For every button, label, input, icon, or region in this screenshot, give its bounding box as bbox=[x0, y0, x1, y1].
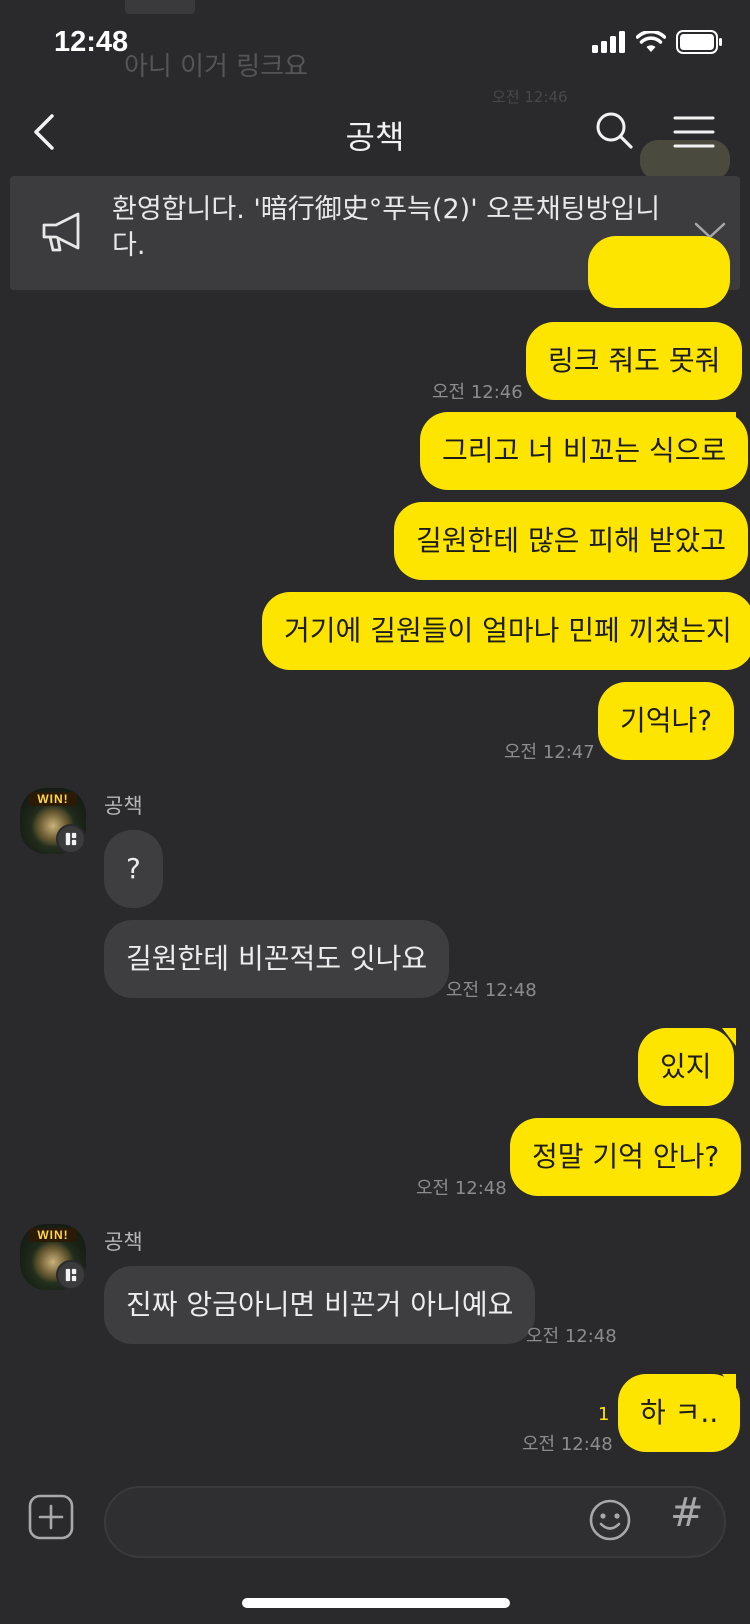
message-input[interactable] bbox=[104, 1486, 726, 1558]
message-time: 오전 12:48 bbox=[416, 1178, 507, 1199]
message-time: 오전 12:48 bbox=[446, 980, 537, 1001]
status-time: 12:48 bbox=[54, 26, 129, 58]
plus-icon[interactable] bbox=[28, 1494, 74, 1540]
message-bubble[interactable]: ? bbox=[104, 830, 163, 908]
chat-title: 공책 bbox=[345, 118, 405, 156]
profile-badge-icon bbox=[56, 1260, 86, 1290]
unread-count: 1 bbox=[598, 1404, 610, 1425]
profile-badge-icon bbox=[56, 824, 86, 854]
message-time: 오전 12:47 bbox=[504, 742, 595, 763]
menu-icon[interactable] bbox=[672, 112, 716, 152]
message-time: 오전 12:46 bbox=[432, 382, 523, 403]
emoji-icon[interactable] bbox=[588, 1498, 632, 1542]
message-bubble[interactable]: 정말 기억 안나? bbox=[510, 1118, 742, 1196]
message-bubble[interactable]: 기억나? bbox=[598, 682, 735, 760]
status-icons bbox=[592, 30, 724, 54]
status-bar: 12:48 bbox=[0, 0, 750, 90]
wifi-icon bbox=[636, 31, 666, 52]
message-bubble[interactable]: 길원한테 비꼰적도 잇나요 bbox=[104, 920, 450, 998]
message-bubble[interactable]: 링크 줘도 못줘 bbox=[526, 322, 743, 400]
notice-text: 환영합니다. '暗行御史°푸늑(2)' 오픈채팅방입니다. bbox=[112, 194, 661, 261]
message-bubble[interactable]: 그리고 너 비꼬는 식으로 bbox=[420, 412, 749, 490]
background-peek-text: 아니 이거 링크요 bbox=[124, 52, 308, 82]
message-bubble[interactable]: 길원한테 많은 피해 받았고 bbox=[394, 502, 749, 580]
message-bubble-partial bbox=[588, 236, 730, 308]
nav-bar: 공책 bbox=[0, 92, 750, 172]
signal-icon bbox=[592, 31, 625, 53]
background-peek-thumbnail bbox=[125, 0, 195, 14]
avatar-win-text: WIN! bbox=[29, 792, 77, 806]
hash-icon[interactable]: # bbox=[670, 1490, 704, 1536]
search-icon[interactable] bbox=[594, 110, 634, 150]
message-bubble[interactable]: 있지 bbox=[638, 1028, 734, 1106]
message-composer: # bbox=[0, 1464, 750, 1624]
message-time: 오전 12:48 bbox=[526, 1326, 617, 1347]
megaphone-icon bbox=[42, 212, 80, 252]
home-indicator bbox=[242, 1598, 510, 1608]
avatar-win-text: WIN! bbox=[29, 1228, 77, 1242]
message-time: 오전 12:48 bbox=[522, 1434, 613, 1455]
battery-icon bbox=[676, 30, 722, 54]
sender-name: 공책 bbox=[104, 1230, 143, 1254]
message-bubble[interactable]: 거기에 길원들이 얼마나 민페 끼쳤는지 bbox=[262, 592, 750, 670]
message-bubble[interactable]: 하 ㅋ.. bbox=[618, 1374, 741, 1452]
sender-name: 공책 bbox=[104, 794, 143, 818]
message-bubble[interactable]: 진짜 앙금아니면 비꼰거 아니예요 bbox=[104, 1266, 536, 1344]
